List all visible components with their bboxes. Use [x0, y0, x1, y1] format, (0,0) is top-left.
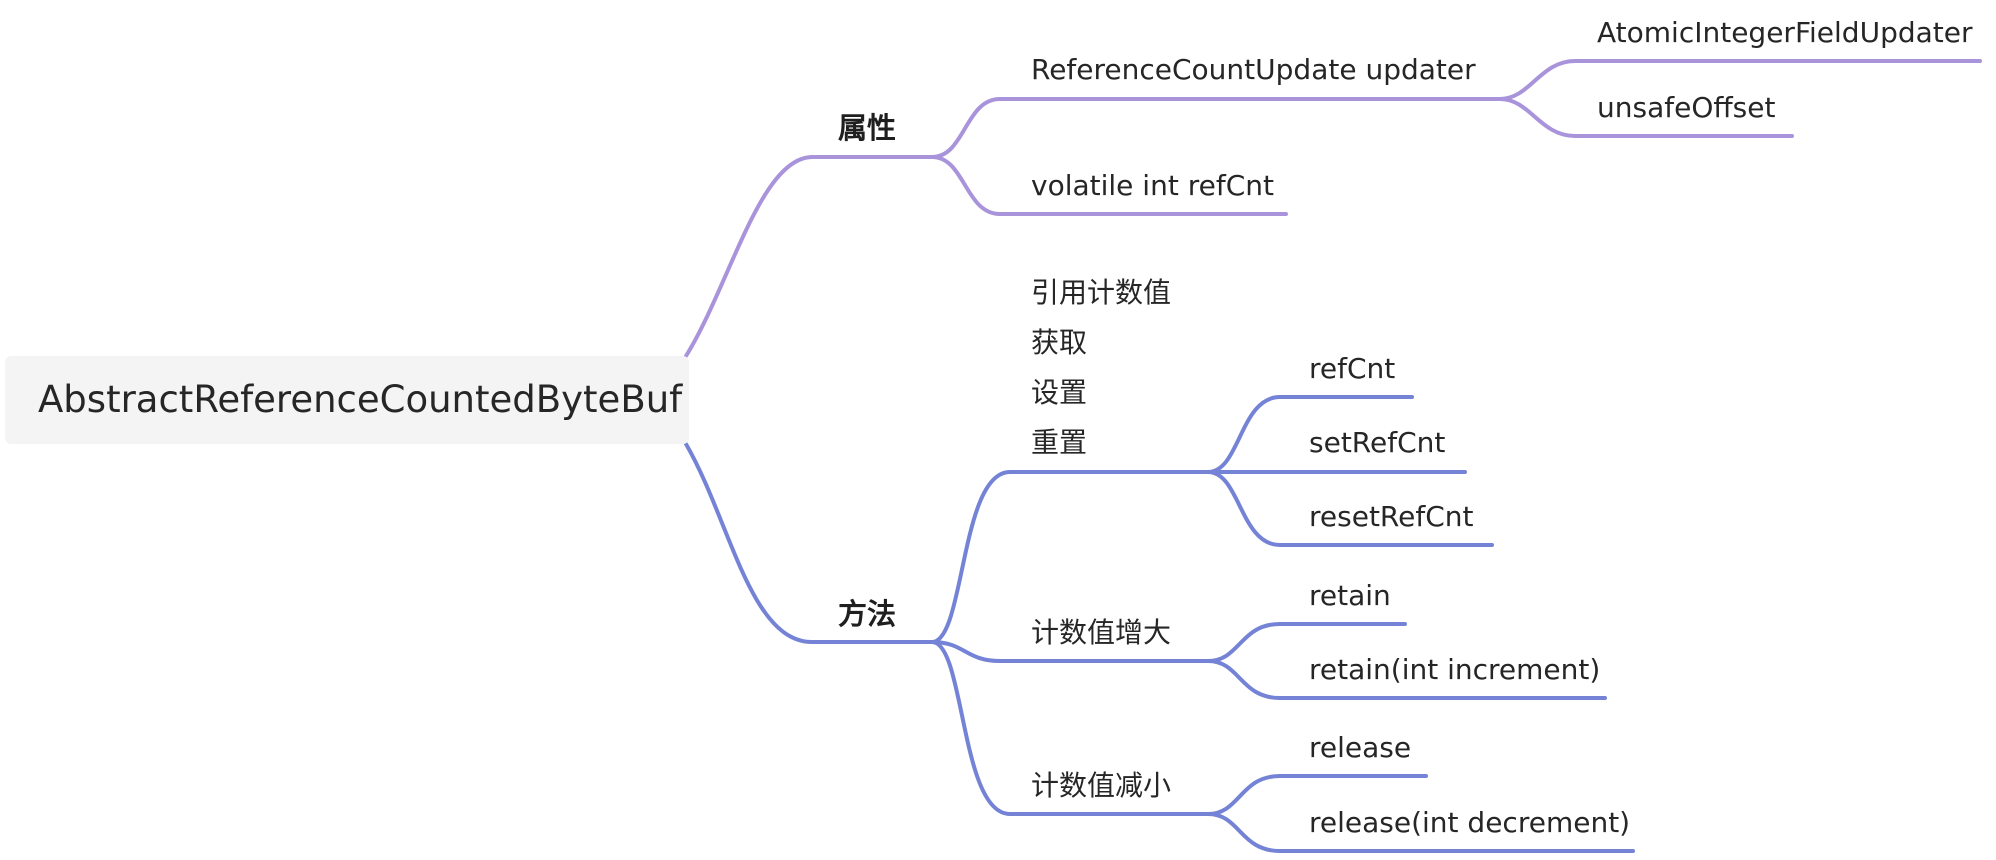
node-setrefcnt[interactable]: setRefCnt — [1309, 425, 1445, 461]
node-retain-int[interactable]: retain(int increment) — [1309, 652, 1600, 688]
node-methods[interactable]: 方法 — [838, 596, 896, 632]
root-node-label: AbstractReferenceCountedByteBuf — [38, 378, 683, 421]
node-refcnt-ops-line-3[interactable]: 设置 — [1031, 375, 1087, 411]
node-updater[interactable]: ReferenceCountUpdate updater — [1031, 52, 1476, 88]
node-retain[interactable]: retain — [1309, 578, 1391, 614]
node-resetrefcnt[interactable]: resetRefCnt — [1309, 499, 1473, 535]
node-unsafe-offset[interactable]: unsafeOffset — [1597, 90, 1775, 126]
node-increase[interactable]: 计数值增大 — [1031, 615, 1171, 651]
connector-root-attributes — [684, 155, 934, 358]
node-release[interactable]: release — [1309, 730, 1411, 766]
node-refcnt-ops-line-2[interactable]: 获取 — [1031, 325, 1087, 361]
node-decrease[interactable]: 计数值减小 — [1031, 768, 1171, 804]
node-attributes[interactable]: 属性 — [838, 110, 896, 146]
node-release-int[interactable]: release(int decrement) — [1309, 805, 1630, 841]
connector-attributes-updater — [930, 97, 1502, 159]
node-refcnt-ops-line-4[interactable]: 重置 — [1031, 425, 1087, 461]
node-refcnt[interactable]: refCnt — [1309, 351, 1395, 387]
node-volatile-refcnt[interactable]: volatile int refCnt — [1031, 168, 1274, 204]
node-atomic-integer-field-updater[interactable]: AtomicIntegerFieldUpdater — [1597, 15, 1972, 51]
node-refcnt-ops-line-1[interactable]: 引用计数值 — [1031, 275, 1171, 311]
